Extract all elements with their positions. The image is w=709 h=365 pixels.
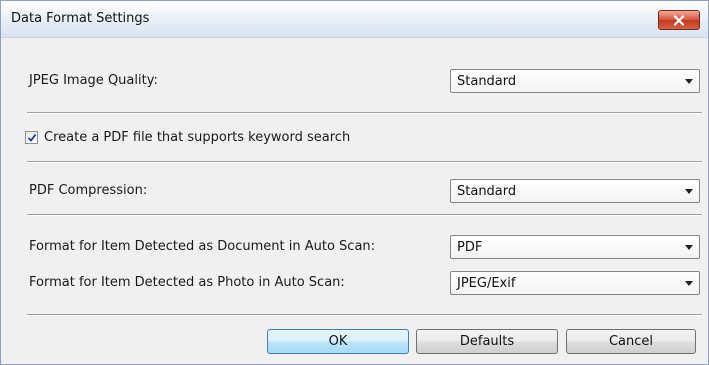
separator bbox=[27, 214, 702, 216]
window-title: Data Format Settings bbox=[11, 11, 150, 26]
separator bbox=[27, 314, 702, 316]
chevron-down-icon bbox=[685, 79, 693, 84]
jpeg-quality-value: Standard bbox=[457, 74, 517, 89]
auto-scan-photo-label: Format for Item Detected as Photo in Aut… bbox=[29, 275, 345, 290]
checkmark-icon bbox=[27, 133, 37, 142]
chevron-down-icon bbox=[685, 189, 693, 194]
defaults-button[interactable]: Defaults bbox=[416, 329, 558, 354]
jpeg-quality-select[interactable]: Standard bbox=[450, 69, 700, 93]
pdf-keyword-search-option[interactable]: Create a PDF file that supports keyword … bbox=[25, 130, 350, 145]
pdf-compression-value: Standard bbox=[457, 184, 517, 199]
auto-scan-document-value: PDF bbox=[457, 240, 483, 255]
chevron-down-icon bbox=[685, 281, 693, 286]
pdf-keyword-search-checkbox[interactable] bbox=[25, 131, 38, 144]
pdf-compression-select[interactable]: Standard bbox=[450, 179, 700, 203]
auto-scan-photo-select[interactable]: JPEG/Exif bbox=[450, 271, 700, 295]
cancel-button[interactable]: Cancel bbox=[566, 329, 696, 354]
data-format-settings-dialog: Data Format Settings JPEG Image Quality:… bbox=[0, 0, 709, 365]
close-icon bbox=[673, 14, 685, 26]
pdf-compression-label: PDF Compression: bbox=[29, 183, 148, 198]
close-button[interactable] bbox=[658, 10, 700, 30]
jpeg-quality-label: JPEG Image Quality: bbox=[29, 73, 158, 88]
separator bbox=[27, 112, 702, 114]
ok-button[interactable]: OK bbox=[267, 329, 409, 354]
auto-scan-photo-value: JPEG/Exif bbox=[457, 276, 516, 291]
auto-scan-document-label: Format for Item Detected as Document in … bbox=[29, 239, 376, 254]
title-bar: Data Format Settings bbox=[1, 1, 708, 38]
dialog-content: JPEG Image Quality: Standard Create a PD… bbox=[1, 38, 708, 364]
auto-scan-document-select[interactable]: PDF bbox=[450, 235, 700, 259]
separator bbox=[27, 161, 702, 163]
chevron-down-icon bbox=[685, 245, 693, 250]
pdf-keyword-search-label: Create a PDF file that supports keyword … bbox=[44, 130, 351, 145]
